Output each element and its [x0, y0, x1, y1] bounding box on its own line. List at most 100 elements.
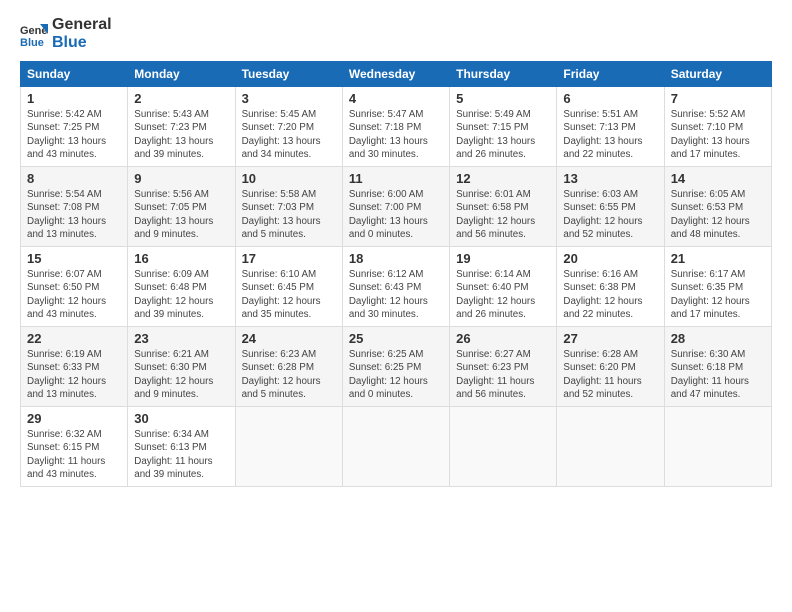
- day-number: 6: [563, 91, 657, 106]
- col-thursday: Thursday: [450, 62, 557, 87]
- day-number: 16: [134, 251, 228, 266]
- day-info: Sunrise: 6:30 AM Sunset: 6:18 PM Dayligh…: [671, 348, 765, 401]
- day-number: 25: [349, 331, 443, 346]
- day-info: Sunrise: 5:42 AM Sunset: 7:25 PM Dayligh…: [27, 108, 121, 161]
- day-number: 17: [242, 251, 336, 266]
- day-cell: 9 Sunrise: 5:56 AM Sunset: 7:05 PM Daylig…: [128, 167, 235, 247]
- day-info: Sunrise: 6:09 AM Sunset: 6:48 PM Dayligh…: [134, 268, 228, 321]
- day-info: Sunrise: 6:27 AM Sunset: 6:23 PM Dayligh…: [456, 348, 550, 401]
- calendar-table: Sunday Monday Tuesday Wednesday Thursday…: [20, 61, 772, 487]
- day-cell: 19 Sunrise: 6:14 AM Sunset: 6:40 PM Dayli…: [450, 247, 557, 327]
- day-info: Sunrise: 6:03 AM Sunset: 6:55 PM Dayligh…: [563, 188, 657, 241]
- day-number: 28: [671, 331, 765, 346]
- day-cell: 25Sunrise: 6:25 AM Sunset: 6:25 PM Dayli…: [342, 327, 449, 407]
- day-cell: 8 Sunrise: 5:54 AM Sunset: 7:08 PM Daylig…: [21, 167, 128, 247]
- day-number: 26: [456, 331, 550, 346]
- day-number: 7: [671, 91, 765, 106]
- day-info: Sunrise: 6:01 AM Sunset: 6:58 PM Dayligh…: [456, 188, 550, 241]
- day-number: 15: [27, 251, 121, 266]
- day-info: Sunrise: 6:05 AM Sunset: 6:53 PM Dayligh…: [671, 188, 765, 241]
- day-info: Sunrise: 6:14 AM Sunset: 6:40 PM Dayligh…: [456, 268, 550, 321]
- day-number: 8: [27, 171, 121, 186]
- svg-text:Blue: Blue: [20, 37, 44, 48]
- day-info: Sunrise: 6:19 AM Sunset: 6:33 PM Dayligh…: [27, 348, 121, 401]
- day-number: 18: [349, 251, 443, 266]
- week-row-3: 15 Sunrise: 6:07 AM Sunset: 6:50 PM Dayli…: [21, 247, 772, 327]
- day-number: 2: [134, 91, 228, 106]
- day-cell: 4Sunrise: 5:47 AM Sunset: 7:18 PM Daylig…: [342, 87, 449, 167]
- day-cell: 13 Sunrise: 6:03 AM Sunset: 6:55 PM Dayli…: [557, 167, 664, 247]
- day-info: Sunrise: 5:51 AM Sunset: 7:13 PM Dayligh…: [563, 108, 657, 161]
- day-info: Sunrise: 6:28 AM Sunset: 6:20 PM Dayligh…: [563, 348, 657, 401]
- day-cell: 5Sunrise: 5:49 AM Sunset: 7:15 PM Daylig…: [450, 87, 557, 167]
- day-cell: [557, 407, 664, 487]
- day-number: 20: [563, 251, 657, 266]
- day-info: Sunrise: 6:21 AM Sunset: 6:30 PM Dayligh…: [134, 348, 228, 401]
- day-cell: 30Sunrise: 6:34 AM Sunset: 6:13 PM Dayli…: [128, 407, 235, 487]
- day-cell: [664, 407, 771, 487]
- day-cell: [450, 407, 557, 487]
- day-cell: 27 Sunrise: 6:28 AM Sunset: 6:20 PM Dayli…: [557, 327, 664, 407]
- day-number: 24: [242, 331, 336, 346]
- col-monday: Monday: [128, 62, 235, 87]
- day-info: Sunrise: 6:10 AM Sunset: 6:45 PM Dayligh…: [242, 268, 336, 321]
- week-row-2: 8 Sunrise: 5:54 AM Sunset: 7:08 PM Daylig…: [21, 167, 772, 247]
- day-number: 10: [242, 171, 336, 186]
- day-cell: 6 Sunrise: 5:51 AM Sunset: 7:13 PM Daylig…: [557, 87, 664, 167]
- col-tuesday: Tuesday: [235, 62, 342, 87]
- logo: General Blue General Blue: [20, 16, 112, 51]
- day-info: Sunrise: 6:07 AM Sunset: 6:50 PM Dayligh…: [27, 268, 121, 321]
- page-header: General Blue General Blue: [20, 16, 772, 51]
- day-cell: 15 Sunrise: 6:07 AM Sunset: 6:50 PM Dayli…: [21, 247, 128, 327]
- day-cell: 1Sunrise: 5:42 AM Sunset: 7:25 PM Daylig…: [21, 87, 128, 167]
- col-wednesday: Wednesday: [342, 62, 449, 87]
- day-cell: 26 Sunrise: 6:27 AM Sunset: 6:23 PM Dayli…: [450, 327, 557, 407]
- day-cell: 23 Sunrise: 6:21 AM Sunset: 6:30 PM Dayli…: [128, 327, 235, 407]
- day-cell: 21 Sunrise: 6:17 AM Sunset: 6:35 PM Dayli…: [664, 247, 771, 327]
- day-number: 22: [27, 331, 121, 346]
- day-cell: 17 Sunrise: 6:10 AM Sunset: 6:45 PM Dayli…: [235, 247, 342, 327]
- day-cell: 18 Sunrise: 6:12 AM Sunset: 6:43 PM Dayli…: [342, 247, 449, 327]
- col-friday: Friday: [557, 62, 664, 87]
- col-sunday: Sunday: [21, 62, 128, 87]
- week-row-4: 22 Sunrise: 6:19 AM Sunset: 6:33 PM Dayli…: [21, 327, 772, 407]
- day-cell: 28 Sunrise: 6:30 AM Sunset: 6:18 PM Dayli…: [664, 327, 771, 407]
- day-number: 9: [134, 171, 228, 186]
- day-number: 29: [27, 411, 121, 426]
- day-cell: [235, 407, 342, 487]
- day-info: Sunrise: 6:34 AM Sunset: 6:13 PM Dayligh…: [134, 428, 228, 481]
- week-row-1: 1Sunrise: 5:42 AM Sunset: 7:25 PM Daylig…: [21, 87, 772, 167]
- day-info: Sunrise: 5:56 AM Sunset: 7:05 PM Dayligh…: [134, 188, 228, 241]
- day-number: 23: [134, 331, 228, 346]
- day-info: Sunrise: 5:52 AM Sunset: 7:10 PM Dayligh…: [671, 108, 765, 161]
- day-cell: 7 Sunrise: 5:52 AM Sunset: 7:10 PM Daylig…: [664, 87, 771, 167]
- day-number: 27: [563, 331, 657, 346]
- day-info: Sunrise: 5:54 AM Sunset: 7:08 PM Dayligh…: [27, 188, 121, 241]
- day-cell: 3 Sunrise: 5:45 AM Sunset: 7:20 PM Daylig…: [235, 87, 342, 167]
- day-info: Sunrise: 6:12 AM Sunset: 6:43 PM Dayligh…: [349, 268, 443, 321]
- day-info: Sunrise: 5:45 AM Sunset: 7:20 PM Dayligh…: [242, 108, 336, 161]
- day-number: 19: [456, 251, 550, 266]
- day-info: Sunrise: 6:23 AM Sunset: 6:28 PM Dayligh…: [242, 348, 336, 401]
- day-number: 21: [671, 251, 765, 266]
- day-info: Sunrise: 6:17 AM Sunset: 6:35 PM Dayligh…: [671, 268, 765, 321]
- day-cell: 2 Sunrise: 5:43 AM Sunset: 7:23 PM Daylig…: [128, 87, 235, 167]
- day-number: 13: [563, 171, 657, 186]
- day-cell: 16 Sunrise: 6:09 AM Sunset: 6:48 PM Dayli…: [128, 247, 235, 327]
- day-cell: 11Sunrise: 6:00 AM Sunset: 7:00 PM Dayli…: [342, 167, 449, 247]
- day-cell: 12 Sunrise: 6:01 AM Sunset: 6:58 PM Dayli…: [450, 167, 557, 247]
- col-saturday: Saturday: [664, 62, 771, 87]
- day-info: Sunrise: 6:32 AM Sunset: 6:15 PM Dayligh…: [27, 428, 121, 481]
- day-cell: 10 Sunrise: 5:58 AM Sunset: 7:03 PM Dayli…: [235, 167, 342, 247]
- day-cell: 29 Sunrise: 6:32 AM Sunset: 6:15 PM Dayli…: [21, 407, 128, 487]
- day-cell: 14 Sunrise: 6:05 AM Sunset: 6:53 PM Dayli…: [664, 167, 771, 247]
- day-cell: [342, 407, 449, 487]
- day-info: Sunrise: 5:49 AM Sunset: 7:15 PM Dayligh…: [456, 108, 550, 161]
- day-cell: 24 Sunrise: 6:23 AM Sunset: 6:28 PM Dayli…: [235, 327, 342, 407]
- day-number: 12: [456, 171, 550, 186]
- day-cell: 22 Sunrise: 6:19 AM Sunset: 6:33 PM Dayli…: [21, 327, 128, 407]
- day-info: Sunrise: 5:43 AM Sunset: 7:23 PM Dayligh…: [134, 108, 228, 161]
- day-number: 14: [671, 171, 765, 186]
- day-info: Sunrise: 5:58 AM Sunset: 7:03 PM Dayligh…: [242, 188, 336, 241]
- day-number: 3: [242, 91, 336, 106]
